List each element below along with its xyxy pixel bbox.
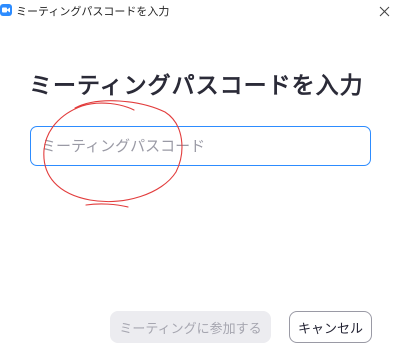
zoom-camera-icon: [0, 4, 12, 16]
page-title: ミーティングパスコードを入力: [29, 73, 364, 99]
title-bar: ミーティングパスコードを入力: [0, 0, 400, 22]
window-title: ミーティングパスコードを入力: [16, 5, 170, 18]
cancel-button[interactable]: キャンセル: [289, 311, 372, 343]
close-icon: [379, 6, 389, 16]
passcode-input[interactable]: [30, 126, 371, 166]
join-meeting-button[interactable]: ミーティングに参加する: [110, 311, 271, 343]
passcode-dialog: ミーティングパスコードを入力 ミーティングパスコードを入力 ミーティングに参加す…: [0, 0, 400, 354]
close-button[interactable]: [374, 2, 394, 20]
red-scribble-annotation: [43, 100, 183, 208]
